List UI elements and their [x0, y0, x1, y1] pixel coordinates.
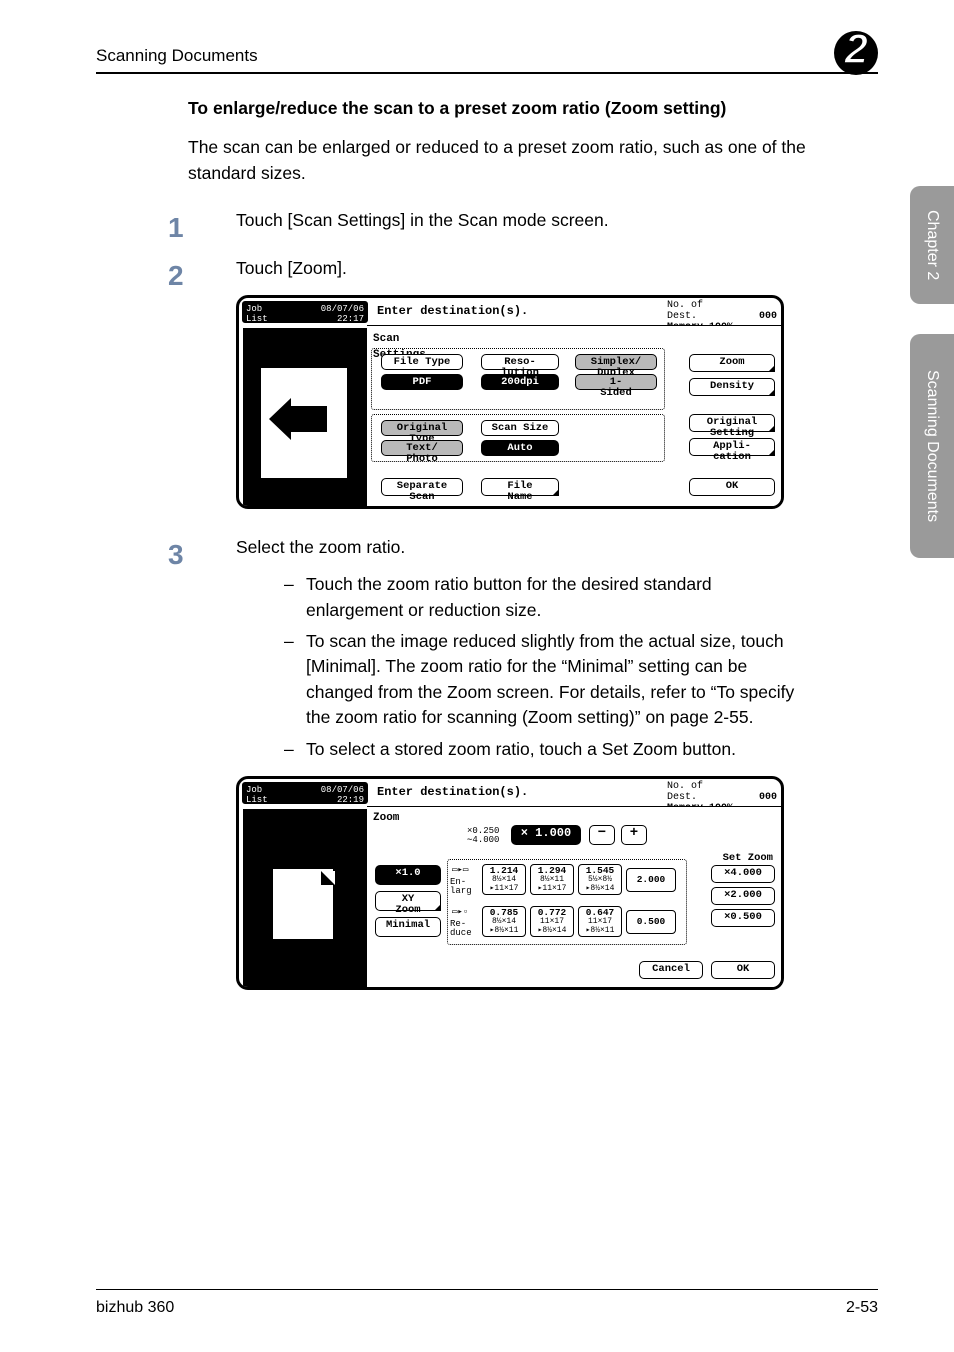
scan-size-value: Auto	[481, 440, 559, 456]
footer-pagenum: 2-53	[846, 1299, 878, 1317]
enlarge-icon: ▭▸▭	[452, 866, 468, 875]
fold-corner-icon	[321, 871, 335, 885]
preset-x0.500-button[interactable]: ×0.500	[711, 909, 775, 927]
topic-heading: To enlarge/reduce the scan to a preset z…	[188, 96, 812, 121]
resolution-value: 200dpi	[481, 374, 559, 390]
preview-pane	[243, 809, 367, 987]
zoom-plus-button[interactable]: +	[621, 825, 647, 845]
step-2-number: 2	[168, 256, 188, 297]
footer-model: bizhub 360	[96, 1299, 174, 1317]
preview-pane	[243, 328, 367, 506]
enter-destination-label: Enter destination(s).	[371, 779, 663, 807]
file-type-value: PDF	[381, 374, 463, 390]
preset-x4.000-button[interactable]: ×4.000	[711, 865, 775, 883]
zoom-label: Zoom	[373, 811, 399, 827]
job-list-button[interactable]: Job List 08/07/06 22:17	[241, 300, 369, 324]
step-3-text: Select the zoom ratio.	[236, 537, 405, 557]
reduce-0.785-button[interactable]: 0.7858½×14 ▸8½×11	[482, 906, 526, 937]
step-1-number: 1	[168, 208, 188, 249]
intro-paragraph: The scan can be enlarged or reduced to a…	[188, 135, 812, 186]
scan-size-button[interactable]: Scan Size	[481, 420, 559, 436]
zoom-range-label: ×0.250 ∼4.000	[467, 827, 499, 845]
duplex-button[interactable]: Simplex/ Duplex	[575, 354, 657, 370]
resolution-button[interactable]: Reso- lution	[481, 354, 559, 370]
status-area: No. of Dest. 000 Memory 100%	[663, 779, 781, 807]
enlarge-1.214-button[interactable]: 1.2148½×14 ▸11×17	[482, 864, 526, 895]
step-3-bullet-c: To select a stored zoom ratio, touch a S…	[284, 737, 812, 762]
duplex-value: 1- Sided	[575, 374, 657, 390]
side-tab-chapter: Chapter 2	[910, 186, 954, 304]
separate-scan-button[interactable]: Separate Scan	[381, 478, 463, 496]
step-3-bullet-a: Touch the zoom ratio button for the desi…	[284, 572, 812, 623]
original-setting-button[interactable]: Original Setting	[689, 414, 775, 432]
original-type-value: Text/ Photo	[381, 440, 463, 456]
side-tab-section: Scanning Documents	[910, 334, 954, 558]
arrow-left-icon	[287, 406, 327, 432]
step-2-text: Touch [Zoom].	[236, 258, 347, 278]
enlarge-2.000-button[interactable]: 2.000	[626, 868, 676, 892]
enter-destination-label: Enter destination(s).	[371, 298, 663, 326]
footer-rule	[96, 1289, 878, 1291]
step-3-bullet-b: To scan the image reduced slightly from …	[284, 629, 812, 731]
reduce-0.772-button[interactable]: 0.77211×17 ▸8½×14	[530, 906, 574, 937]
reduce-0.647-button[interactable]: 0.64711×17 ▸8½×11	[578, 906, 622, 937]
reduce-0.500-button[interactable]: 0.500	[626, 910, 676, 934]
chapter-number: 2	[845, 25, 868, 73]
step-1-text: Touch [Scan Settings] in the Scan mode s…	[236, 210, 609, 230]
preset-x2.000-button[interactable]: ×2.000	[711, 887, 775, 905]
minimal-button[interactable]: Minimal	[375, 917, 441, 937]
reduce-icon: ▭▸▫	[452, 908, 468, 917]
ok-button[interactable]: OK	[711, 961, 775, 979]
zoom-minus-button[interactable]: −	[589, 825, 615, 845]
job-list-button[interactable]: Job List 08/07/06 22:19	[241, 781, 369, 805]
ratio-grid: ▭▸▭ En- larg ▭▸▫ Re- duce 1.2148½×14 ▸11…	[447, 859, 687, 945]
enlarge-1.294-button[interactable]: 1.2948½×11 ▸11×17	[530, 864, 574, 895]
zoom-button[interactable]: Zoom	[689, 354, 775, 372]
step-3-number: 3	[168, 535, 188, 576]
running-head: Scanning Documents	[96, 46, 258, 66]
reduce-label: Re- duce	[450, 920, 472, 938]
mfp-screenshot-scan-settings: Job List 08/07/06 22:17 Enter destinatio…	[236, 295, 784, 509]
set-zoom-label: Set Zoom	[723, 851, 773, 866]
enlarge-1.545-button[interactable]: 1.5455½×8½ ▸8½×14	[578, 864, 622, 895]
zoom-current-value: × 1.000	[511, 825, 581, 845]
density-button[interactable]: Density	[689, 378, 775, 396]
file-name-button[interactable]: File Name	[481, 478, 559, 496]
chapter-badge: 2	[828, 25, 878, 75]
enlarge-label: En- larg	[450, 878, 472, 896]
file-type-button[interactable]: File Type	[381, 354, 463, 370]
mfp-screenshot-zoom: Job List 08/07/06 22:19 Enter destinatio…	[236, 776, 784, 990]
x1.0-button[interactable]: ×1.0	[375, 865, 441, 885]
xy-zoom-button[interactable]: XY Zoom	[375, 891, 441, 911]
cancel-button[interactable]: Cancel	[639, 961, 703, 979]
ok-button[interactable]: OK	[689, 478, 775, 496]
header-rule	[96, 72, 878, 74]
application-button[interactable]: Appli- cation	[689, 438, 775, 456]
status-area: No. of Dest. 000 Memory 100%	[663, 298, 781, 326]
original-type-button[interactable]: Original Type	[381, 420, 463, 436]
